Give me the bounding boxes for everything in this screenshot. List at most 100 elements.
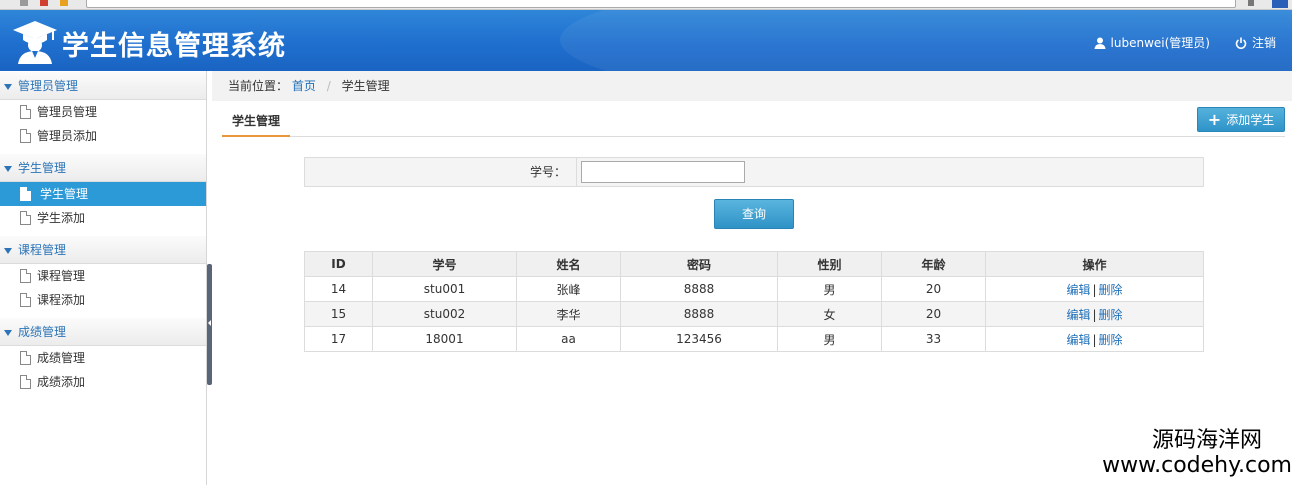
- sidebar-item-label: 管理员管理: [37, 105, 98, 119]
- breadcrumb: 当前位置： 首页 / 学生管理: [212, 71, 1292, 101]
- sidebar-item-score-add[interactable]: 成绩添加: [0, 370, 206, 394]
- cell-id: 15: [304, 301, 373, 327]
- logout-label: 注销: [1251, 36, 1276, 50]
- menu-icon[interactable]: [1248, 0, 1254, 6]
- breadcrumb-separator: /: [326, 79, 331, 93]
- cell-sno: 18001: [372, 326, 517, 352]
- sidebar-item-student-manage[interactable]: 学生管理: [0, 182, 206, 206]
- delete-link[interactable]: 删除: [1099, 283, 1123, 297]
- cell-password: 8888: [620, 301, 778, 327]
- action-separator: |: [1092, 307, 1097, 322]
- browser-badge-icon[interactable]: [1272, 0, 1288, 8]
- triangle-down-icon: [4, 330, 12, 336]
- query-button[interactable]: 查询: [714, 199, 794, 229]
- column-header-gender: 性别: [777, 251, 882, 277]
- student-number-input[interactable]: [581, 161, 745, 183]
- document-icon: [20, 129, 31, 143]
- add-student-button[interactable]: + 添加学生: [1197, 107, 1285, 132]
- cell-password: 123456: [620, 326, 778, 352]
- sidebar-item-course-manage[interactable]: 课程管理: [0, 264, 206, 288]
- table-header-row: ID 学号 姓名 密码 性别 年龄 操作: [304, 251, 1204, 277]
- table-row: 15 stu002 李华 8888 女 20 编辑 | 删除: [304, 301, 1204, 327]
- edit-link[interactable]: 编辑: [1066, 308, 1090, 322]
- power-icon: [1235, 37, 1247, 49]
- cell-gender: 男: [777, 326, 882, 352]
- column-header-sno: 学号: [372, 251, 517, 277]
- cell-id: 17: [304, 326, 373, 352]
- watermark-line2: www.codehy.com: [1102, 453, 1292, 478]
- document-icon: [20, 375, 31, 389]
- cell-actions: 编辑 | 删除: [985, 301, 1204, 327]
- user-name: lubenwei(管理员): [1110, 36, 1210, 50]
- sidebar-item-student-add[interactable]: 学生添加: [0, 206, 206, 230]
- sidebar-group-label: 管理员管理: [18, 79, 79, 93]
- favorite-icon[interactable]: [60, 0, 68, 6]
- cell-actions: 编辑 | 删除: [985, 326, 1204, 352]
- document-icon: [20, 269, 31, 283]
- sidebar-item-label: 成绩管理: [37, 351, 86, 365]
- breadcrumb-home-link[interactable]: 首页: [292, 79, 316, 93]
- cell-name: 张峰: [516, 276, 621, 302]
- column-header-name: 姓名: [516, 251, 621, 277]
- tab-student-manage[interactable]: 学生管理: [222, 108, 290, 137]
- sidebar-item-label: 学生管理: [40, 187, 89, 201]
- watermark-line1: 源码海洋网: [1151, 428, 1262, 453]
- browser-toolbar: [0, 0, 1292, 10]
- edit-link[interactable]: 编辑: [1066, 333, 1090, 347]
- document-icon: [20, 351, 31, 365]
- edit-link[interactable]: 编辑: [1066, 283, 1090, 297]
- back-icon[interactable]: [20, 0, 28, 6]
- sidebar-group-student[interactable]: 学生管理: [0, 153, 206, 182]
- delete-link[interactable]: 删除: [1099, 333, 1123, 347]
- address-bar[interactable]: [86, 0, 1236, 8]
- sidebar-item-admin-manage[interactable]: 管理员管理: [0, 100, 206, 124]
- sidebar-group-admin[interactable]: 管理员管理: [0, 71, 206, 100]
- user-icon: [1094, 37, 1106, 49]
- student-table: ID 学号 姓名 密码 性别 年龄 操作 14 stu001 张峰 8888 男…: [304, 251, 1204, 352]
- cell-age: 20: [881, 276, 986, 302]
- sidebar-item-label: 课程管理: [37, 269, 86, 283]
- student-number-label: 学号：: [305, 158, 577, 186]
- logout-button[interactable]: 注销: [1235, 34, 1276, 51]
- current-user[interactable]: lubenwei(管理员): [1094, 34, 1210, 51]
- cell-name: aa: [516, 326, 621, 352]
- tab-bar: 学生管理: [222, 108, 1285, 137]
- action-separator: |: [1092, 332, 1097, 347]
- column-header-age: 年龄: [881, 251, 986, 277]
- sidebar: 管理员管理 管理员管理 管理员添加 学生管理 学生管理 学生添加 课程管理 课程…: [0, 71, 207, 485]
- action-separator: |: [1092, 282, 1097, 297]
- stop-icon[interactable]: [40, 0, 48, 6]
- breadcrumb-prefix: 当前位置：: [228, 79, 289, 93]
- cell-sno: stu002: [372, 301, 517, 327]
- triangle-down-icon: [4, 84, 12, 90]
- sidebar-item-admin-add[interactable]: 管理员添加: [0, 124, 206, 148]
- sidebar-item-label: 成绩添加: [37, 375, 86, 389]
- sidebar-item-label: 管理员添加: [37, 129, 98, 143]
- column-header-password: 密码: [620, 251, 778, 277]
- document-icon: [20, 211, 31, 225]
- triangle-down-icon: [4, 166, 12, 172]
- sidebar-item-score-manage[interactable]: 成绩管理: [0, 346, 206, 370]
- column-header-actions: 操作: [985, 251, 1204, 277]
- collapse-arrow-icon: [208, 320, 211, 326]
- app-title: 学生信息管理系统: [62, 31, 286, 62]
- document-icon: [20, 293, 31, 307]
- add-student-label: 添加学生: [1226, 113, 1275, 127]
- graduate-logo-icon: [13, 21, 57, 64]
- cell-gender: 男: [777, 276, 882, 302]
- document-icon: [20, 105, 31, 119]
- cell-age: 20: [881, 301, 986, 327]
- breadcrumb-current: 学生管理: [341, 79, 390, 93]
- triangle-down-icon: [4, 248, 12, 254]
- cell-sno: stu001: [372, 276, 517, 302]
- sidebar-item-course-add[interactable]: 课程添加: [0, 288, 206, 312]
- delete-link[interactable]: 删除: [1099, 308, 1123, 322]
- table-row: 14 stu001 张峰 8888 男 20 编辑 | 删除: [304, 276, 1204, 302]
- sidebar-item-label: 课程添加: [37, 293, 86, 307]
- sidebar-group-course[interactable]: 课程管理: [0, 235, 206, 264]
- table-row: 17 18001 aa 123456 男 33 编辑 | 删除: [304, 326, 1204, 352]
- sidebar-group-label: 课程管理: [18, 243, 67, 257]
- sidebar-group-label: 成绩管理: [18, 325, 67, 339]
- sidebar-group-score[interactable]: 成绩管理: [0, 317, 206, 346]
- sidebar-group-label: 学生管理: [18, 161, 67, 175]
